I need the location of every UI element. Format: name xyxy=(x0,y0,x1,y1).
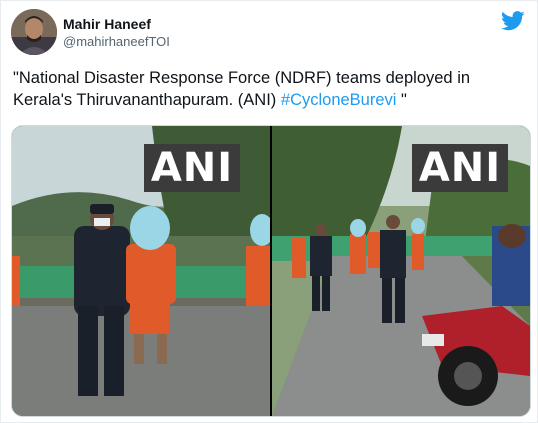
tweet-media[interactable]: ANI ANI xyxy=(11,125,531,417)
user-handle[interactable]: @mahirhaneefTOI xyxy=(63,33,170,50)
author-names: Mahir Haneef @mahirhaneefTOI xyxy=(63,15,170,50)
tweet-text-end: " xyxy=(396,91,407,109)
ani-watermark-left: ANI xyxy=(144,144,240,192)
avatar[interactable] xyxy=(11,9,57,55)
media-photo-right[interactable]: ANI xyxy=(272,126,530,416)
ani-watermark-right: ANI xyxy=(412,144,508,192)
tweet-card: Mahir Haneef @mahirhaneefTOI "National D… xyxy=(0,0,538,423)
tweet-header: Mahir Haneef @mahirhaneefTOI xyxy=(11,9,527,57)
media-photo-left[interactable]: ANI xyxy=(12,126,270,416)
hashtag-link[interactable]: #CycloneBurevi xyxy=(281,91,397,109)
twitter-bird-icon[interactable] xyxy=(501,11,525,31)
display-name[interactable]: Mahir Haneef xyxy=(63,15,170,33)
tweet-text: "National Disaster Response Force (NDRF)… xyxy=(13,67,523,111)
